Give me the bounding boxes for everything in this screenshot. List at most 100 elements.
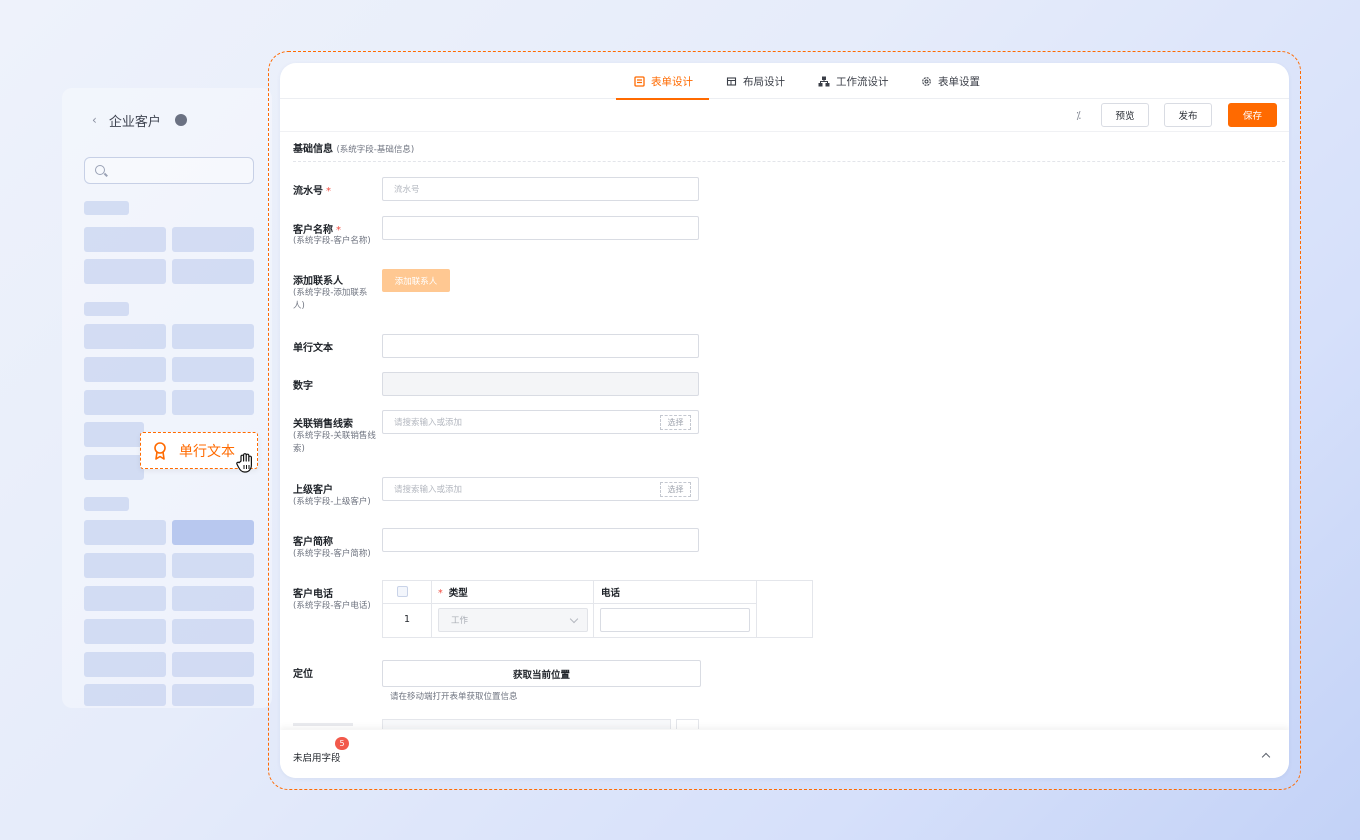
tab-workflow-design[interactable]: 工作流设计 [818,63,889,99]
tab-form-design[interactable]: 表单设计 [616,63,709,100]
magic-wand-icon[interactable]: ⁒ [1076,109,1081,122]
sales-lead-input[interactable]: 请搜索输入或添加 选择 [382,410,699,434]
field-label-number: 数字 [293,381,313,392]
background-header: ‹ 企业客户 [92,110,187,130]
background-search-input[interactable] [84,157,254,184]
section-divider [293,161,1285,162]
field-label-single-text: 单行文本 [293,343,333,354]
placeholder-block [172,259,254,284]
chevron-up-icon[interactable] [1261,752,1271,762]
phone-type-value: 工作 [451,616,469,626]
placeholder-block [84,684,166,706]
truncated-field-input[interactable] [382,719,671,729]
search-icon [95,165,105,175]
placeholder-block [172,227,254,252]
tab-layout-design[interactable]: 布局设计 [726,63,785,99]
required-mark: * [326,186,331,197]
placeholder-block [84,497,129,511]
field-sublabel: (系统字段-客户电话) [293,601,371,611]
placeholder-block [84,619,166,644]
toolbar: ⁒ 预览 发布 保存 [280,99,1289,132]
back-chevron-icon[interactable]: ‹ [92,113,97,127]
get-location-button[interactable]: 获取当前位置 [382,660,701,687]
placeholder-block [84,390,166,415]
location-hint: 请在移动端打开表单获取位置信息 [390,692,518,702]
tab-label: 表单设置 [938,75,980,88]
single-text-input[interactable] [382,334,699,358]
field-sublabel: (系统字段-添加联系人) [293,288,368,311]
ribbon-icon [154,441,166,460]
placeholder-block [84,259,166,284]
sales-lead-placeholder: 请搜索输入或添加 [394,418,463,428]
field-label-short-name: 客户简称 [293,537,333,548]
table-divider [756,581,757,637]
placeholder-block [172,324,254,349]
truncated-field-button[interactable] [676,719,699,729]
placeholder-block [84,652,166,677]
publish-button[interactable]: 发布 [1164,103,1212,127]
designer-tabs: 表单设计 布局设计 工作流设计 表单设置 [280,63,1289,100]
placeholder-block [84,553,166,578]
section-subtitle: (系统字段-基础信息) [336,145,415,155]
chevron-down-icon [569,614,579,624]
phone-number-input[interactable] [600,608,750,632]
tab-form-settings[interactable]: 表单设置 [921,63,980,99]
tab-label: 布局设计 [743,75,785,88]
field-sublabel: (系统字段-关联销售线索) [293,431,376,454]
number-input[interactable] [382,372,699,396]
field-sublabel: (系统字段-上级客户) [293,497,371,507]
serial-number-input[interactable]: 流水号 [382,177,699,201]
placeholder-block [84,357,166,382]
placeholder-block [172,520,254,545]
preview-button[interactable]: 预览 [1101,103,1149,127]
serial-number-placeholder: 流水号 [394,185,420,195]
field-sublabel: (系统字段-客户简称) [293,549,371,559]
customer-name-input[interactable] [382,216,699,240]
select-all-checkbox[interactable] [397,586,408,597]
dragged-field-label: 单行文本 [179,443,235,460]
short-name-input[interactable] [382,528,699,552]
placeholder-block [84,201,129,215]
field-label-sales-lead: 关联销售线索 [293,419,353,430]
row-index: 1 [404,614,411,625]
placeholder-block [172,357,254,382]
field-label-customer-name: 客户名称 * [293,221,341,236]
column-header-phone: 电话 [601,588,621,599]
sales-lead-select-button[interactable]: 选择 [660,415,691,430]
placeholder-block [84,302,129,316]
placeholder-block [172,652,254,677]
table-divider [593,581,594,637]
placeholder-block [172,586,254,611]
add-contact-button[interactable]: 添加联系人 [382,269,450,292]
unused-fields-bar[interactable]: 未启用字段 5 [280,730,1289,778]
table-divider [383,603,757,604]
field-label-add-contact: 添加联系人 [293,276,343,287]
field-label-parent-customer: 上级客户 [293,485,333,496]
truncated-field-label [293,723,353,726]
field-label-phone: 客户电话 [293,589,333,600]
table-divider [431,581,432,637]
column-header-type: * 类型 [438,585,468,599]
section-title: 基础信息 (系统字段-基础信息) [293,140,414,155]
parent-customer-select-button[interactable]: 选择 [660,482,691,497]
form-icon [634,75,645,87]
unused-fields-count-badge: 5 [335,737,349,750]
placeholder-block [172,390,254,415]
form-designer-card: 表单设计 布局设计 工作流设计 表单设置 ⁒ 预览 发布 保存 基础信息 (系统… [280,63,1289,778]
gear-icon [922,76,931,86]
parent-customer-placeholder: 请搜索输入或添加 [394,485,463,495]
field-sublabel: (系统字段-客户名称) [293,236,371,246]
grab-cursor-icon [236,453,252,473]
placeholder-block [172,553,254,578]
workflow-icon [818,76,830,86]
placeholder-block [84,324,166,349]
parent-customer-input[interactable]: 请搜索输入或添加 选择 [382,477,699,501]
phone-type-select[interactable]: 工作 [438,608,588,632]
placeholder-block [84,586,166,611]
background-title: 企业客户 [108,114,161,130]
phone-table: * 类型 电话 1 工作 [382,580,813,638]
placeholder-block [84,227,166,252]
save-button[interactable]: 保存 [1228,103,1277,127]
placeholder-block [172,619,254,644]
column-header-text: 类型 [448,588,468,599]
